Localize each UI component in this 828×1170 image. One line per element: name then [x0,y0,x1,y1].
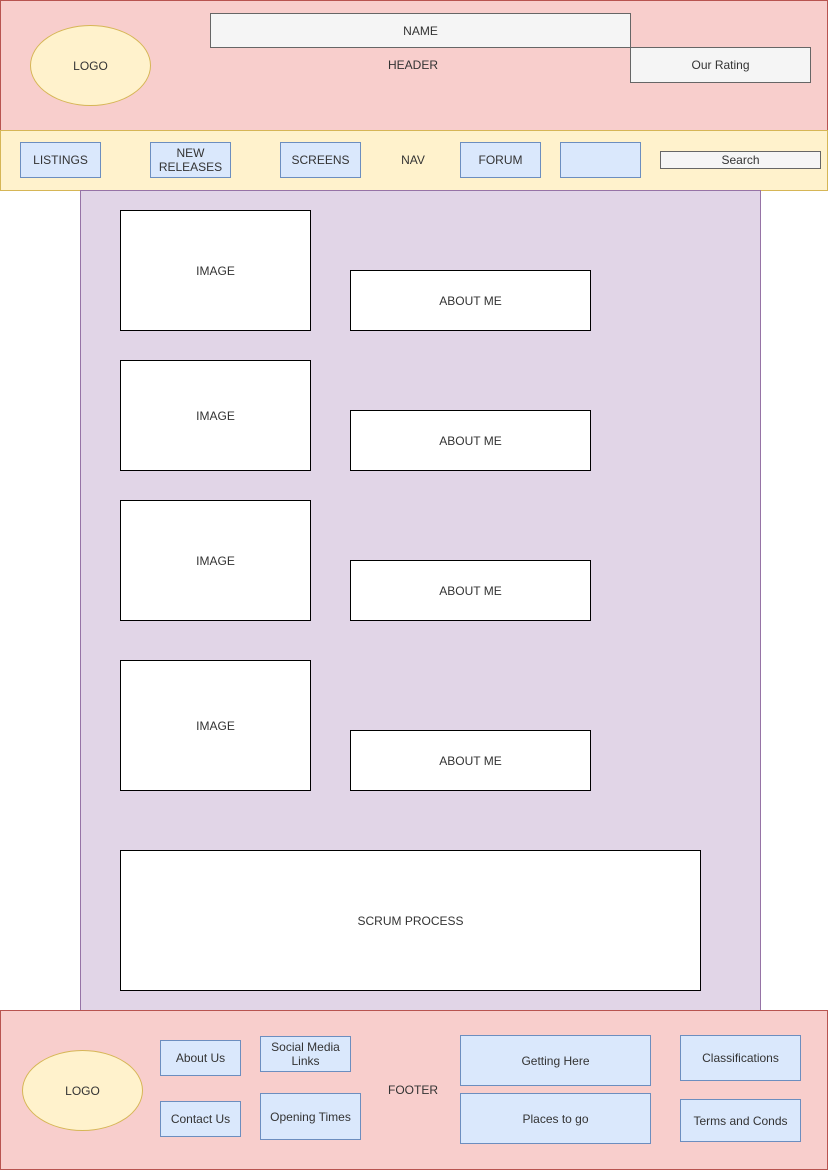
about-me-box-3: ABOUT ME [350,560,591,621]
about-me-box-2: ABOUT ME [350,410,591,471]
rating-box[interactable]: Our Rating [630,47,811,83]
header-label: HEADER [387,58,438,72]
footer-terms-link[interactable]: Terms and Conds [680,1099,801,1142]
search-input[interactable]: Search [660,151,821,169]
footer-classifications-link[interactable]: Classifications [680,1035,801,1081]
footer-about-us-link[interactable]: About Us [160,1040,241,1076]
about-me-box-1: ABOUT ME [350,270,591,331]
nav-empty-button[interactable] [560,142,641,178]
footer-places-to-go-link[interactable]: Places to go [460,1093,651,1144]
nav-screens-button[interactable]: SCREENS [280,142,361,178]
image-placeholder-1: IMAGE [120,210,311,331]
image-placeholder-3: IMAGE [120,500,311,621]
footer-opening-times-link[interactable]: Opening Times [260,1093,361,1140]
footer-getting-here-link[interactable]: Getting Here [460,1035,651,1086]
footer-label: FOOTER [388,1083,438,1097]
nav-listings-button[interactable]: LISTINGS [20,142,101,178]
image-placeholder-2: IMAGE [120,360,311,471]
footer-contact-us-link[interactable]: Contact Us [160,1101,241,1137]
nav-label: NAV [401,153,425,167]
scrum-process-box: SCRUM PROCESS [120,850,701,991]
nav-new-releases-button[interactable]: NEW RELEASES [150,142,231,178]
name-box: NAME [210,13,631,48]
image-placeholder-4: IMAGE [120,660,311,791]
footer-social-media-link[interactable]: Social Media Links [260,1036,351,1072]
nav-forum-button[interactable]: FORUM [460,142,541,178]
header-logo[interactable]: LOGO [30,25,151,106]
about-me-box-4: ABOUT ME [350,730,591,791]
footer-logo[interactable]: LOGO [22,1050,143,1131]
